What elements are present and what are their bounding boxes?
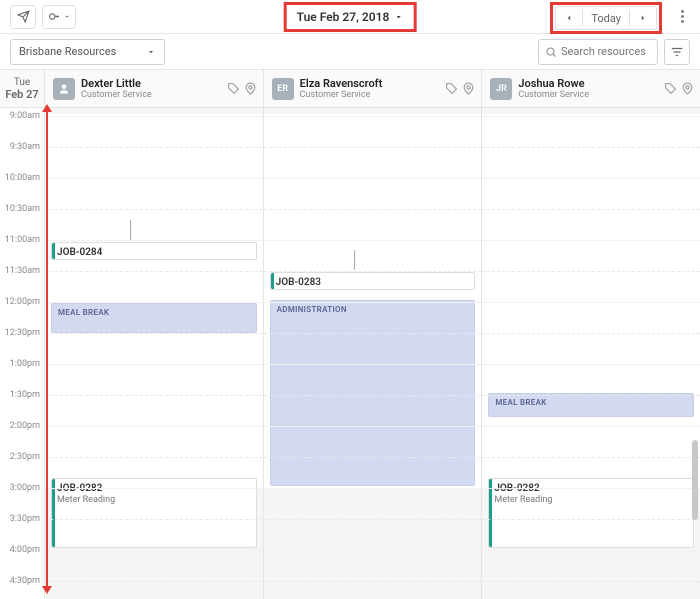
- schedule-grid: Tue Feb 27 9:00am 9:30am 10:00am 10:30am 11:…: [0, 70, 700, 599]
- search-input-wrap[interactable]: [538, 39, 658, 65]
- resource-column: Dexter LittleCustomer Service JOB-0284 M…: [45, 70, 264, 599]
- current-date-label: Tue Feb 27, 2018: [297, 10, 390, 24]
- top-toolbar: Tue Feb 27, 2018 Today: [0, 0, 700, 34]
- resource-name: Joshua Rowe: [518, 77, 589, 90]
- column-header[interactable]: Dexter LittleCustomer Service: [45, 70, 263, 108]
- time-column: Tue Feb 27 9:00am 9:30am 10:00am 10:30am 11:…: [0, 70, 45, 599]
- resource-filter-dropdown[interactable]: Brisbane Resources: [10, 39, 165, 65]
- annotation-arrow: [46, 110, 48, 588]
- resource-columns: Dexter LittleCustomer Service JOB-0284 M…: [45, 70, 700, 599]
- resource-role: Customer Service: [518, 90, 589, 101]
- more-menu[interactable]: [672, 6, 692, 26]
- avatar: ER: [272, 78, 294, 100]
- date-picker[interactable]: Tue Feb 27, 2018: [289, 6, 412, 28]
- location-icon[interactable]: [244, 82, 257, 95]
- chevron-left-icon: [564, 13, 574, 23]
- chevron-down-icon: [393, 12, 403, 22]
- time-mark: 4:00pm: [10, 545, 40, 555]
- time-mark: 2:30pm: [10, 452, 40, 462]
- time-mark: 12:00pm: [5, 297, 40, 307]
- resource-role: Customer Service: [300, 90, 383, 101]
- resource-filter-label: Brisbane Resources: [19, 45, 116, 58]
- meal-break[interactable]: MEAL BREAK: [51, 303, 257, 333]
- column-body[interactable]: MEAL BREAK JOB-0282Meter Reading: [482, 108, 700, 599]
- today-button[interactable]: Today: [583, 7, 629, 29]
- resource-name: Dexter Little: [81, 77, 152, 90]
- filter-icon: [670, 45, 684, 59]
- tag-icon[interactable]: [664, 82, 677, 95]
- job-event[interactable]: JOB-0284: [51, 242, 257, 260]
- chevron-right-icon: [638, 13, 648, 23]
- column-header[interactable]: JR Joshua RoweCustomer Service: [482, 70, 700, 108]
- time-tick: [354, 250, 355, 270]
- resource-column: JR Joshua RoweCustomer Service MEAL BREA…: [482, 70, 700, 599]
- chevron-down-icon: [146, 47, 156, 57]
- nav-annotation-box: Today: [550, 2, 662, 34]
- time-mark: 10:30am: [5, 204, 40, 214]
- tag-icon[interactable]: [227, 82, 240, 95]
- time-mark: 9:30am: [10, 142, 40, 152]
- time-mark: 1:00pm: [10, 359, 40, 369]
- scrollbar-thumb[interactable]: [692, 440, 698, 520]
- time-mark: 9:00am: [10, 111, 40, 121]
- search-input[interactable]: [561, 45, 646, 58]
- time-mark: 4:30pm: [10, 576, 40, 586]
- time-mark: 3:30pm: [10, 514, 40, 524]
- resource-name: Elza Ravenscroft: [300, 77, 383, 90]
- resource-role: Customer Service: [81, 90, 152, 101]
- tag-icon[interactable]: [445, 82, 458, 95]
- time-mark: 12:30pm: [5, 328, 40, 338]
- column-body[interactable]: JOB-0283 ADMINISTRATION: [264, 108, 482, 599]
- next-day-button[interactable]: [630, 7, 656, 29]
- job-event[interactable]: JOB-0283: [270, 272, 476, 290]
- avatar: [53, 78, 75, 100]
- location-icon[interactable]: [681, 82, 694, 95]
- time-mark: 1:30pm: [10, 390, 40, 400]
- time-mark: 11:00am: [5, 235, 40, 245]
- time-mark: 2:00pm: [10, 421, 40, 431]
- send-icon[interactable]: [10, 5, 36, 29]
- filter-bar: Brisbane Resources: [0, 34, 700, 70]
- administration-block[interactable]: ADMINISTRATION: [270, 300, 476, 486]
- day-label: Tue Feb 27: [0, 70, 44, 108]
- location-icon[interactable]: [462, 82, 475, 95]
- time-mark: 11:30am: [5, 266, 40, 276]
- date-nav-group: Today: [555, 6, 657, 30]
- dispatch-dropdown[interactable]: [42, 5, 76, 29]
- column-body[interactable]: JOB-0284 MEAL BREAK JOB-0282Meter Readin…: [45, 108, 263, 599]
- meal-break[interactable]: MEAL BREAK: [488, 393, 694, 417]
- filter-button[interactable]: [664, 39, 690, 65]
- time-mark: 3:00pm: [10, 483, 40, 493]
- date-annotation-box: Tue Feb 27, 2018: [284, 2, 417, 32]
- column-header[interactable]: ER Elza RavenscroftCustomer Service: [264, 70, 482, 108]
- time-mark: 10:00am: [5, 173, 40, 183]
- avatar: JR: [490, 78, 512, 100]
- search-icon: [545, 46, 557, 58]
- resource-column: ER Elza RavenscroftCustomer Service JOB-…: [264, 70, 483, 599]
- prev-day-button[interactable]: [556, 7, 582, 29]
- person-icon: [57, 82, 71, 96]
- time-tick: [130, 220, 131, 240]
